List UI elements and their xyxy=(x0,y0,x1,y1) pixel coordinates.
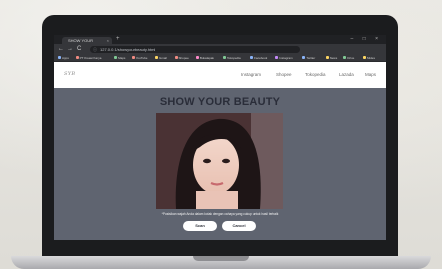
laptop-notch xyxy=(193,256,249,261)
bookmark-item[interactable]: Apps xyxy=(58,55,69,60)
bookmark-label: Facebook xyxy=(254,55,268,60)
bookmark-label: Drive xyxy=(347,55,355,60)
nav-link-tokopedia[interactable]: Tokopedia xyxy=(305,72,326,77)
tab-title: SHOW YOUR xyxy=(68,38,94,43)
camera-preview xyxy=(156,113,283,209)
bookmark-item[interactable]: Slides xyxy=(362,55,375,60)
nav-link-instagram[interactable]: Instagram xyxy=(241,72,261,77)
bookmark-label: Bukalapak xyxy=(199,55,214,60)
tab-bar: SHOW YOUR × + – □ × xyxy=(54,35,386,44)
bookmark-label: Apps xyxy=(62,55,69,60)
bookmark-favicon-icon xyxy=(174,56,178,59)
bookmark-item[interactable]: YouTube xyxy=(131,55,148,60)
bookmark-item[interactable]: Instagram xyxy=(275,55,293,60)
site-header: SYB Instagram Shopee Tokopedia Lazada Ma… xyxy=(54,62,386,88)
bookmark-favicon-icon xyxy=(155,56,158,59)
reload-icon[interactable]: C xyxy=(77,45,81,53)
info-icon[interactable]: ⓘ xyxy=(93,46,97,53)
bookmark-label: YouTube xyxy=(135,55,148,60)
bookmark-item[interactable]: Drive xyxy=(343,55,354,60)
nav-link-lazada[interactable]: Lazada xyxy=(339,72,354,77)
bookmark-favicon-icon xyxy=(343,56,347,59)
cancel-button[interactable]: Cancel xyxy=(222,221,256,231)
scan-button[interactable]: Scan xyxy=(183,221,217,231)
bookmark-item[interactable]: Bukalapak xyxy=(195,55,214,60)
bookmark-favicon-icon xyxy=(75,56,79,59)
page-title: SHOW YOUR BEAUTY xyxy=(159,96,281,108)
bookmark-item[interactable]: Facebook xyxy=(250,55,267,60)
bookmark-label: Shopee xyxy=(178,55,189,60)
bookmark-label: Maps xyxy=(118,55,126,60)
bookmark-label: PT Kreasi Karya xyxy=(79,55,102,60)
tab-close-icon[interactable]: × xyxy=(107,37,109,44)
bookmark-label: Gmail xyxy=(159,55,167,60)
bookmark-favicon-icon xyxy=(223,56,226,59)
bookmark-favicon-icon xyxy=(275,56,279,59)
address-bar[interactable]: ⓘ 127.0.0.1/showyourbeauty.html xyxy=(90,45,300,53)
toolbar-icons xyxy=(312,45,382,58)
back-arrow-icon[interactable]: ← xyxy=(58,45,64,53)
nav-link-shopee[interactable]: Shopee xyxy=(276,72,292,77)
bookmark-favicon-icon xyxy=(114,56,118,59)
browser-tab[interactable]: SHOW YOUR × xyxy=(62,37,112,44)
forward-arrow-icon[interactable]: → xyxy=(67,45,73,53)
bookmark-item[interactable]: Shopee xyxy=(174,55,189,60)
instruction-caption: *Posisikan wajah Anda dalam kotak dengan… xyxy=(161,212,279,216)
bookmark-favicon-icon xyxy=(325,56,329,59)
window-controls[interactable]: – □ × xyxy=(351,36,383,42)
bookmark-item[interactable]: News xyxy=(325,55,338,60)
bookmark-label: News xyxy=(329,55,338,60)
bookmarks-bar: Apps PT Kreasi Karya Maps YouTube Gmail Shope… xyxy=(54,54,386,62)
bookmark-favicon-icon xyxy=(302,56,306,59)
bookmark-favicon-icon xyxy=(58,56,61,59)
bookmark-favicon-icon xyxy=(131,56,135,59)
browser-toolbar: ← → C ⓘ 127.0.0.1/showyourbeauty.html xyxy=(54,44,386,58)
address-text: 127.0.0.1/showyourbeauty.html xyxy=(100,46,156,52)
bookmark-item[interactable]: Tokopedia xyxy=(223,55,241,60)
bookmark-label: Slides xyxy=(366,55,375,60)
bookmark-label: Tokopedia xyxy=(227,55,241,60)
bookmark-label: Twitter xyxy=(306,55,316,60)
bookmark-item[interactable]: PT Kreasi Karya xyxy=(75,55,102,60)
bookmark-item[interactable]: Maps xyxy=(114,55,125,60)
bookmark-label: Instagram xyxy=(279,55,293,60)
site-logo[interactable]: SYB xyxy=(64,71,75,77)
new-tab-icon[interactable]: + xyxy=(116,36,120,43)
bookmark-favicon-icon xyxy=(250,56,254,59)
bookmark-item[interactable]: Twitter xyxy=(302,55,315,60)
nav-link-maps[interactable]: Maps xyxy=(365,72,376,77)
portrait-image xyxy=(156,113,283,209)
bookmark-favicon-icon xyxy=(195,56,199,59)
browser-window: SHOW YOUR × + – □ × ← → C ⓘ 127.0.0.1/sh… xyxy=(54,35,386,240)
bookmark-favicon-icon xyxy=(362,56,366,59)
bookmark-item[interactable]: Gmail xyxy=(155,55,167,60)
